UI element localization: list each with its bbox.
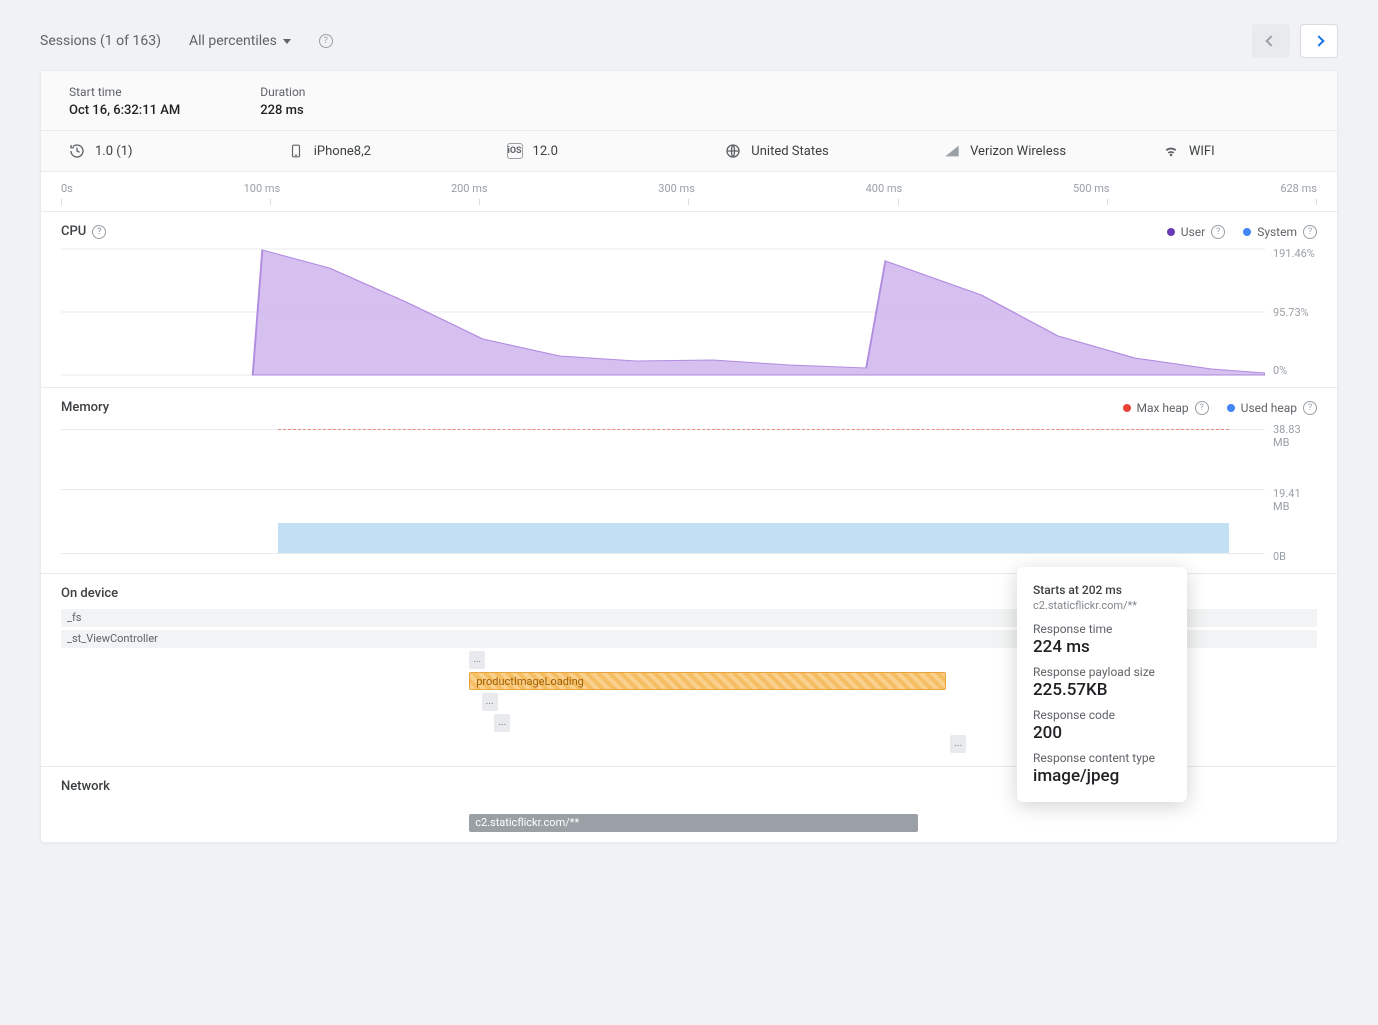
help-icon[interactable]: ?	[1303, 401, 1317, 415]
tooltip-rt-label: Response time	[1033, 622, 1171, 636]
session-card: Start time Oct 16, 6:32:11 AM Duration 2…	[40, 70, 1338, 843]
network-type: WIFI	[1189, 144, 1215, 159]
dot-icon	[1227, 404, 1235, 412]
dot-icon	[1243, 228, 1251, 236]
app-version: 1.0 (1)	[95, 144, 133, 159]
cpu-y-zero: 0%	[1273, 364, 1317, 377]
tick-label: 200 ms	[451, 182, 488, 195]
tick-label: 100 ms	[244, 182, 281, 195]
help-icon[interactable]: ?	[1303, 225, 1317, 239]
tooltip-sz-label: Response payload size	[1033, 665, 1171, 679]
memory-section: Memory Max heap? Used heap? 38.83 MB 19.…	[41, 388, 1337, 574]
legend-user: User	[1181, 225, 1205, 239]
wifi-icon	[1163, 143, 1179, 159]
device-row: 1.0 (1) iPhone8,2 iOS 12.0 United States	[41, 131, 1337, 172]
trace-item[interactable]: ...	[494, 714, 510, 732]
carrier: Verizon Wireless	[970, 144, 1066, 159]
cpu-section: CPU ? User? System?	[41, 212, 1337, 388]
max-heap-line	[278, 429, 1229, 430]
meta-row: Start time Oct 16, 6:32:11 AM Duration 2…	[41, 71, 1337, 131]
tooltip-code-label: Response code	[1033, 708, 1171, 722]
dot-icon	[1123, 404, 1131, 412]
tick-label: 628 ms	[1280, 182, 1317, 195]
trace-product-image[interactable]: productImageLoading	[469, 672, 946, 690]
caret-down-icon	[283, 39, 291, 44]
tick-label: 500 ms	[1073, 182, 1110, 195]
network-title: Network	[61, 779, 110, 794]
ios-icon: iOS	[507, 143, 523, 159]
duration-label: Duration	[260, 85, 305, 99]
mem-y-max: 38.83 MB	[1273, 423, 1317, 449]
memory-title: Memory	[61, 400, 109, 415]
mem-y-mid: 19.41 MB	[1273, 487, 1317, 513]
tooltip-sz-value: 225.57KB	[1033, 680, 1171, 700]
sessions-label: Sessions (1 of 163)	[40, 33, 161, 49]
used-heap-area	[278, 523, 1229, 553]
legend-usedheap: Used heap	[1241, 401, 1297, 415]
country: United States	[751, 144, 828, 159]
start-time-value: Oct 16, 6:32:11 AM	[69, 103, 180, 118]
ondevice-title: On device	[61, 586, 118, 601]
tooltip-code-value: 200	[1033, 723, 1171, 743]
tooltip-rt-value: 224 ms	[1033, 637, 1171, 657]
cpu-y-mid: 95.73%	[1273, 306, 1317, 319]
cpu-y-max: 191.46%	[1273, 247, 1317, 260]
percentile-label: All percentiles	[189, 33, 277, 49]
memory-chart[interactable]	[61, 423, 1265, 563]
trace-item[interactable]: ...	[469, 651, 485, 669]
start-time-label: Start time	[69, 85, 180, 99]
history-icon	[69, 143, 85, 159]
tick-label: 300 ms	[658, 182, 695, 195]
tooltip-host: c2.staticflickr.com/**	[1033, 599, 1171, 612]
trace-item[interactable]: ...	[950, 735, 966, 753]
network-section: Network c2.staticflickr.com/** Starts at…	[41, 767, 1337, 842]
globe-icon	[725, 143, 741, 159]
help-icon[interactable]: ?	[319, 34, 333, 48]
percentile-dropdown[interactable]: All percentiles	[189, 33, 291, 49]
duration-value: 228 ms	[260, 103, 305, 118]
prev-session-button[interactable]	[1252, 24, 1290, 58]
trace-item[interactable]: ...	[482, 693, 498, 711]
help-icon[interactable]: ?	[1195, 401, 1209, 415]
legend-system: System	[1257, 225, 1297, 239]
tooltip-starts: Starts at 202 ms	[1033, 583, 1171, 597]
topbar: Sessions (1 of 163) All percentiles ?	[40, 24, 1338, 58]
timeline-ruler: 0s 100 ms 200 ms 300 ms 400 ms 500 ms 62…	[41, 172, 1337, 212]
phone-icon	[288, 143, 304, 159]
help-icon[interactable]: ?	[1211, 225, 1225, 239]
help-icon[interactable]: ?	[92, 225, 106, 239]
tick-label: 0s	[61, 182, 73, 195]
dot-icon	[1167, 228, 1175, 236]
tooltip-ct-label: Response content type	[1033, 751, 1171, 765]
tick-label: 400 ms	[866, 182, 903, 195]
signal-icon	[944, 143, 960, 159]
device-model: iPhone8,2	[314, 144, 371, 159]
tooltip-ct-value: image/jpeg	[1033, 766, 1171, 786]
cpu-title: CPU	[61, 224, 86, 239]
network-tooltip: Starts at 202 ms c2.staticflickr.com/** …	[1017, 567, 1187, 802]
next-session-button[interactable]	[1300, 24, 1338, 58]
mem-y-zero: 0B	[1273, 550, 1317, 563]
network-request-bar[interactable]: c2.staticflickr.com/**	[469, 814, 917, 832]
os-version: 12.0	[533, 144, 558, 159]
legend-maxheap: Max heap	[1137, 401, 1189, 415]
cpu-chart[interactable]	[61, 247, 1265, 377]
